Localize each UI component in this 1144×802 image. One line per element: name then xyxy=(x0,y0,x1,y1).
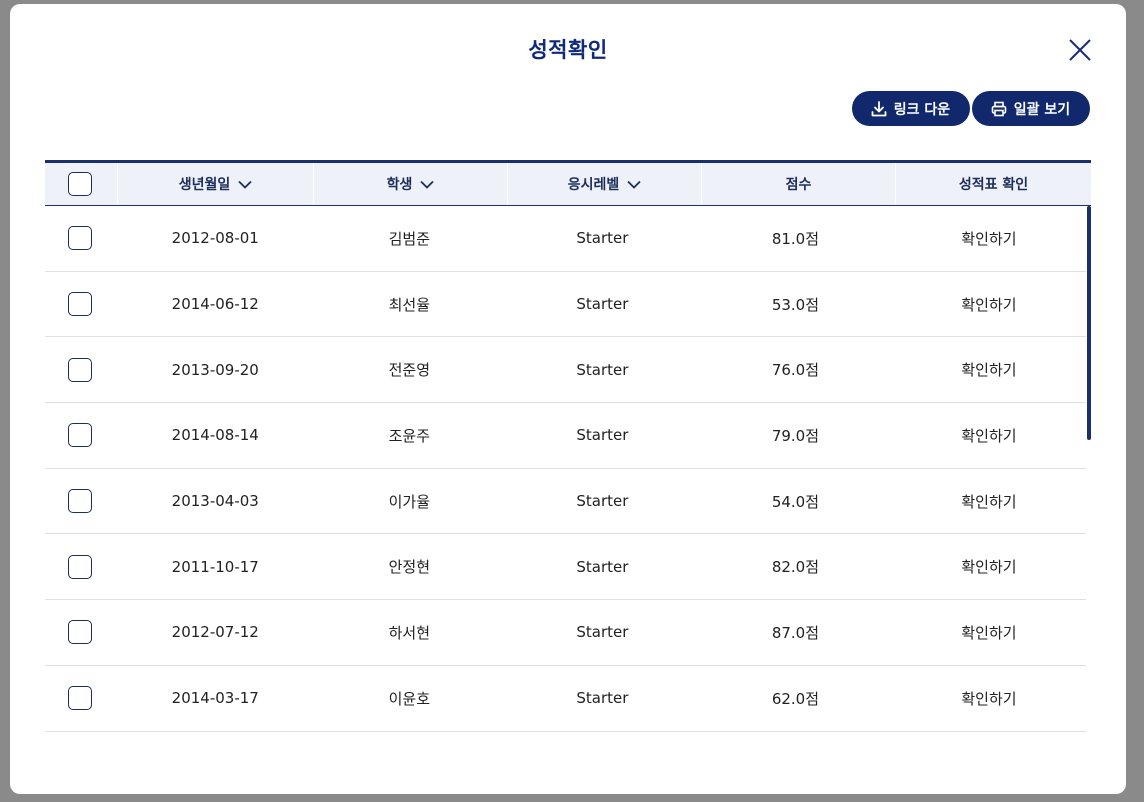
header-score: 점수 xyxy=(702,163,896,205)
link-download-label: 링크 다운 xyxy=(893,101,951,118)
level-cell: Starter xyxy=(576,557,629,576)
level-cell: Starter xyxy=(576,295,629,314)
birthdate-cell: 2011-10-17 xyxy=(171,557,259,576)
table-row: 2011-10-17 안정현 Starter 82.0점 확인하기 xyxy=(45,534,1086,601)
chevron-down-icon[interactable] xyxy=(627,180,641,189)
level-cell: Starter xyxy=(576,623,629,642)
level-cell: Starter xyxy=(576,689,629,708)
row-select-cell xyxy=(45,469,118,534)
link-download-button[interactable]: 링크 다운 xyxy=(852,91,970,126)
level-cell: Starter xyxy=(576,360,629,379)
download-icon xyxy=(870,100,888,118)
row-checkbox[interactable] xyxy=(68,686,92,711)
student-cell: 이가율 xyxy=(388,492,431,511)
birthdate-cell: 2012-08-01 xyxy=(171,229,259,248)
student-cell: 이윤호 xyxy=(388,689,431,708)
table-row: 2014-03-17 이윤호 Starter 62.0점 확인하기 xyxy=(45,666,1086,732)
table-row: 2013-09-20 전준영 Starter 76.0점 확인하기 xyxy=(45,337,1086,404)
score-cell: 81.0점 xyxy=(771,229,820,248)
view-report-link[interactable]: 확인하기 xyxy=(892,469,1086,534)
birthdate-cell: 2013-09-20 xyxy=(171,360,259,379)
score-table: 생년월일 학생 응시레벨 점수 성적표 확인 2012-08-01 김범준 St… xyxy=(45,160,1091,732)
score-cell: 62.0점 xyxy=(771,689,820,708)
printer-icon xyxy=(990,100,1008,118)
view-report-link[interactable]: 확인하기 xyxy=(892,337,1086,402)
table-row: 2014-08-14 조윤주 Starter 79.0점 확인하기 xyxy=(45,403,1086,469)
chevron-down-icon[interactable] xyxy=(420,180,435,189)
row-select-cell xyxy=(45,272,118,337)
score-cell: 82.0점 xyxy=(771,558,820,577)
table-row: 2014-06-12 최선율 Starter 53.0점 확인하기 xyxy=(45,272,1086,338)
close-icon xyxy=(1069,39,1091,61)
view-report-link[interactable]: 확인하기 xyxy=(892,534,1086,599)
table-body: 2012-08-01 김범준 Starter 81.0점 확인하기 2014-0… xyxy=(45,206,1091,732)
table-row: 2013-04-03 이가율 Starter 54.0점 확인하기 xyxy=(45,469,1086,535)
header-report: 성적표 확인 xyxy=(896,163,1091,205)
score-cell: 53.0점 xyxy=(771,295,820,314)
modal-title: 성적확인 xyxy=(528,38,608,62)
row-checkbox[interactable] xyxy=(68,357,92,382)
header-birthdate-label: 생년월일 xyxy=(178,177,231,193)
birthdate-cell: 2014-03-17 xyxy=(171,689,259,708)
view-report-link[interactable]: 확인하기 xyxy=(892,272,1086,337)
row-select-cell xyxy=(45,534,118,599)
level-cell: Starter xyxy=(576,492,629,511)
view-report-link[interactable]: 확인하기 xyxy=(892,600,1086,665)
student-cell: 하서현 xyxy=(388,623,431,642)
student-cell: 전준영 xyxy=(388,361,431,380)
score-cell: 76.0점 xyxy=(771,361,820,380)
bulk-view-button[interactable]: 일괄 보기 xyxy=(972,91,1090,126)
row-checkbox[interactable] xyxy=(68,554,92,579)
student-cell: 안정현 xyxy=(388,558,431,577)
row-checkbox[interactable] xyxy=(68,423,92,448)
header-select-all-cell xyxy=(45,163,118,205)
close-button[interactable] xyxy=(1068,38,1092,62)
row-select-cell xyxy=(45,206,118,271)
header-score-label: 점수 xyxy=(785,177,812,193)
header-level-label: 응시레벨 xyxy=(567,177,620,193)
action-bar: 링크 다운 일괄 보기 xyxy=(852,91,1090,126)
scrollbar-thumb[interactable] xyxy=(1087,206,1091,440)
chevron-down-icon[interactable] xyxy=(238,180,252,189)
birthdate-cell: 2014-08-14 xyxy=(171,426,259,445)
row-checkbox[interactable] xyxy=(68,226,92,251)
row-checkbox[interactable] xyxy=(68,292,92,317)
header-birthdate[interactable]: 생년월일 xyxy=(118,163,314,205)
score-check-modal: 성적확인 링크 다운 일괄 보기 생년월일 학생 응시레벨 점수 성적표 확인 … xyxy=(10,4,1126,794)
table-header: 생년월일 학생 응시레벨 점수 성적표 확인 xyxy=(45,160,1091,206)
level-cell: Starter xyxy=(576,426,629,445)
header-level[interactable]: 응시레벨 xyxy=(508,163,702,205)
select-all-checkbox[interactable] xyxy=(68,172,92,196)
bulk-view-label: 일괄 보기 xyxy=(1013,101,1071,118)
header-student[interactable]: 학생 xyxy=(314,163,508,205)
header-report-label: 성적표 확인 xyxy=(958,177,1029,193)
score-cell: 79.0점 xyxy=(771,426,820,445)
row-checkbox[interactable] xyxy=(68,489,92,514)
score-cell: 87.0점 xyxy=(771,623,820,642)
row-select-cell xyxy=(45,337,118,402)
view-report-link[interactable]: 확인하기 xyxy=(892,403,1086,468)
birthdate-cell: 2014-06-12 xyxy=(171,295,259,314)
table-row: 2012-07-12 하서현 Starter 87.0점 확인하기 xyxy=(45,600,1086,666)
row-select-cell xyxy=(45,666,118,731)
table-row: 2012-08-01 김범준 Starter 81.0점 확인하기 xyxy=(45,206,1086,272)
student-cell: 김범준 xyxy=(388,229,431,248)
row-select-cell xyxy=(45,403,118,468)
score-cell: 54.0점 xyxy=(771,492,820,511)
birthdate-cell: 2013-04-03 xyxy=(171,492,259,511)
row-select-cell xyxy=(45,600,118,665)
view-report-link[interactable]: 확인하기 xyxy=(892,206,1086,271)
student-cell: 조윤주 xyxy=(388,426,431,445)
student-cell: 최선율 xyxy=(388,295,431,314)
row-checkbox[interactable] xyxy=(68,620,92,645)
birthdate-cell: 2012-07-12 xyxy=(171,623,259,642)
level-cell: Starter xyxy=(576,229,629,248)
header-student-label: 학생 xyxy=(386,177,413,193)
view-report-link[interactable]: 확인하기 xyxy=(892,666,1086,731)
